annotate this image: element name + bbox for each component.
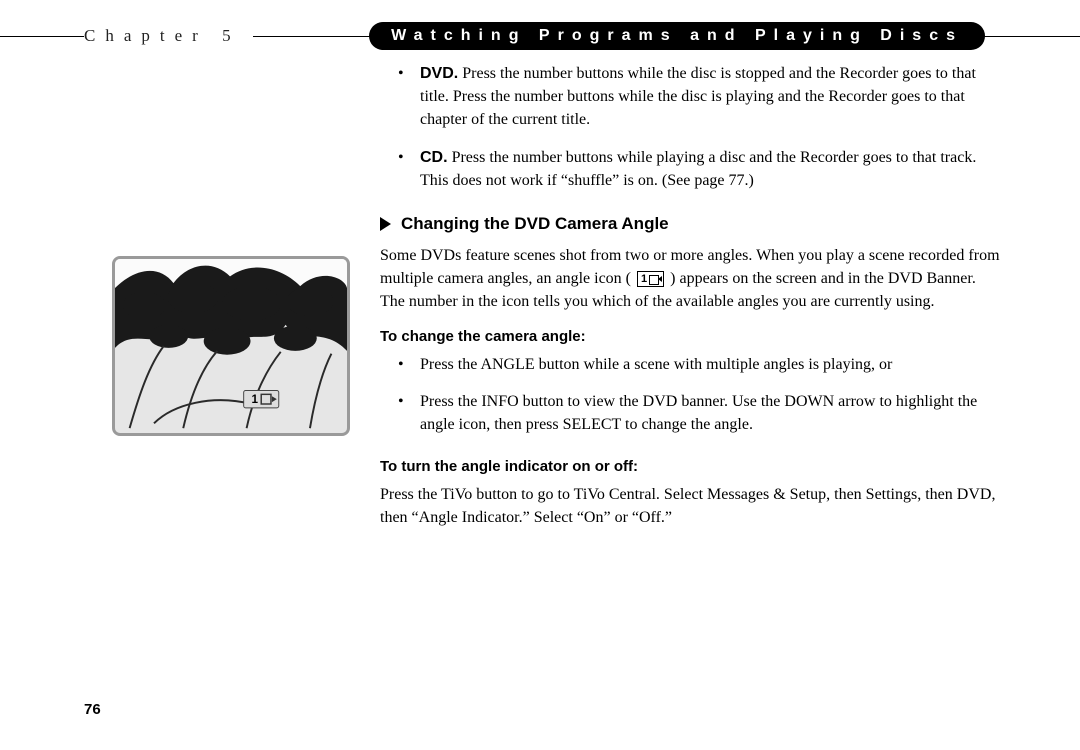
- camera-angle-figure: 1: [112, 256, 350, 436]
- figure-angle-number: 1: [251, 393, 258, 406]
- list-item: DVD. Press the number buttons while the …: [380, 62, 1000, 132]
- bullet-bold: CD.: [420, 149, 448, 166]
- sub-heading-toggle-indicator: To turn the angle indicator on or off:: [380, 458, 1000, 475]
- list-item: Press the ANGLE button while a scene wit…: [380, 353, 1000, 376]
- bullet-text: Press the number buttons while the disc …: [420, 65, 976, 128]
- angle-icon-number: 1: [640, 274, 649, 285]
- toggle-indicator-paragraph: Press the TiVo button to go to TiVo Cent…: [380, 483, 1000, 529]
- main-content: DVD. Press the number buttons while the …: [380, 62, 1000, 543]
- section-intro-paragraph: Some DVDs feature scenes shot from two o…: [380, 244, 1000, 314]
- angle-icon: 1: [637, 271, 664, 287]
- section-heading-row: Changing the DVD Camera Angle: [380, 214, 1000, 234]
- section-heading: Changing the DVD Camera Angle: [401, 214, 669, 234]
- list-item: Press the INFO button to view the DVD ba…: [380, 390, 1000, 436]
- triangle-bullet-icon: [380, 217, 391, 231]
- page-number: 76: [84, 701, 101, 718]
- sub-heading-change-angle: To change the camera angle:: [380, 328, 1000, 345]
- list-item: CD. Press the number buttons while playi…: [380, 146, 1000, 192]
- bullet-bold: DVD.: [420, 65, 458, 82]
- bullet-text: Press the ANGLE button while a scene wit…: [420, 356, 892, 373]
- chapter-title-wrap: Watching Programs and Playing Discs: [369, 22, 985, 50]
- camera-icon: [649, 275, 661, 283]
- bullet-text: Press the number buttons while playing a…: [420, 149, 976, 189]
- top-bullet-list: DVD. Press the number buttons while the …: [380, 62, 1000, 192]
- bullet-text: Press the INFO button to view the DVD ba…: [420, 393, 977, 433]
- page-header: Chapter 5 Watching Programs and Playing …: [0, 22, 1080, 50]
- chapter-label: Chapter 5: [84, 22, 253, 50]
- change-angle-list: Press the ANGLE button while a scene wit…: [380, 353, 1000, 437]
- chapter-title: Watching Programs and Playing Discs: [369, 22, 985, 50]
